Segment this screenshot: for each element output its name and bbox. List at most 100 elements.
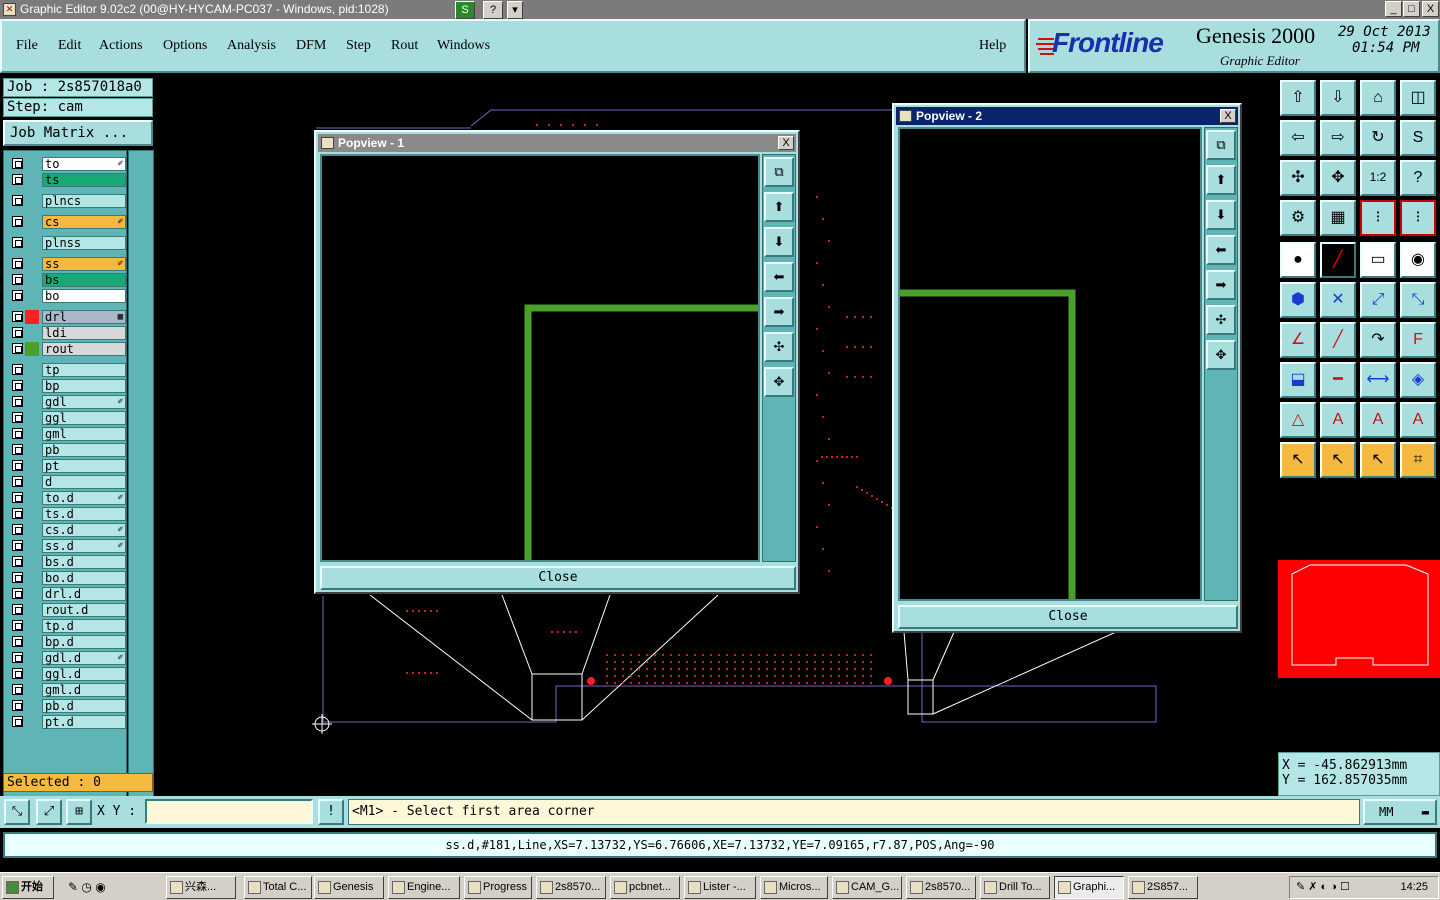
- zoom-home-icon[interactable]: ⧉: [764, 157, 794, 187]
- layer-row-tp[interactable]: tp: [8, 363, 126, 377]
- minimize-button[interactable]: _: [1385, 1, 1402, 17]
- snap-angle-icon[interactable]: ⤢: [36, 799, 62, 825]
- text-icon[interactable]: F: [1400, 322, 1436, 358]
- layer-name[interactable]: ss.d ✐: [42, 539, 126, 553]
- layer-row-cs-d[interactable]: cs.d ✐: [8, 523, 126, 537]
- layer-checkbox[interactable]: [12, 476, 23, 487]
- layer-row-ggl[interactable]: ggl: [8, 411, 126, 425]
- snap-icon[interactable]: ⁝: [1360, 200, 1396, 236]
- layer-checkbox[interactable]: [12, 540, 23, 551]
- layer-row-bs-d[interactable]: bs.d: [8, 555, 126, 569]
- layer-name[interactable]: bs.d: [42, 555, 126, 569]
- pan-up-icon[interactable]: ⬆: [1206, 165, 1236, 195]
- layer-row-bp[interactable]: bp: [8, 379, 126, 393]
- popview-1-x-button[interactable]: X: [778, 136, 794, 150]
- layer-name[interactable]: plnss: [42, 236, 126, 250]
- grid-icon[interactable]: ▦: [1320, 200, 1356, 236]
- menu-options[interactable]: Options: [163, 38, 207, 54]
- add-line-icon[interactable]: ╱: [1320, 242, 1356, 278]
- help-icon[interactable]: ?: [483, 1, 503, 19]
- scale-1-2-icon[interactable]: 1:2: [1360, 160, 1396, 196]
- layer-checkbox[interactable]: [12, 652, 23, 663]
- pan-right-icon[interactable]: ➡: [764, 297, 794, 327]
- layer-name[interactable]: d: [42, 475, 126, 489]
- layer-name[interactable]: bp: [42, 379, 126, 393]
- board-minimap[interactable]: [1278, 560, 1440, 678]
- layer-checkbox[interactable]: [12, 311, 23, 322]
- popview-2-view[interactable]: [898, 127, 1202, 601]
- zoom-in-icon[interactable]: ✥: [1320, 160, 1356, 196]
- layer-row-plncs[interactable]: plncs: [8, 194, 126, 208]
- layer-checkbox[interactable]: [12, 556, 23, 567]
- alert-button[interactable]: !: [318, 799, 344, 825]
- layer-name[interactable]: bp.d: [42, 635, 126, 649]
- layer-checkbox[interactable]: [12, 492, 23, 503]
- zoom-in-icon[interactable]: ✥: [764, 367, 794, 397]
- snap-alt-icon[interactable]: ⁝: [1400, 200, 1436, 236]
- layer-row-d[interactable]: d: [8, 475, 126, 489]
- popview-1-close-button[interactable]: Close: [320, 566, 796, 590]
- layer-row-ss[interactable]: ss ✐: [8, 257, 126, 271]
- layer-row-pb[interactable]: pb: [8, 443, 126, 457]
- redraw-icon[interactable]: ↻: [1360, 120, 1396, 156]
- layer-name[interactable]: ldi: [42, 326, 126, 340]
- layer-name[interactable]: ggl: [42, 411, 126, 425]
- layer-row-plnss[interactable]: plnss: [8, 236, 126, 250]
- pan-up-icon[interactable]: ⬆: [764, 192, 794, 222]
- arc-icon[interactable]: ↷: [1360, 322, 1396, 358]
- move-icon[interactable]: ⬢: [1280, 282, 1316, 318]
- ruler-icon[interactable]: ▭: [1360, 242, 1396, 278]
- menu-dfm[interactable]: DFM: [296, 38, 326, 54]
- layer-row-gdl-d[interactable]: gdl.d ✐: [8, 651, 126, 665]
- popview-2-x-button[interactable]: X: [1220, 109, 1236, 123]
- node-edit-icon[interactable]: ⌗: [1400, 442, 1436, 478]
- taskbar-item[interactable]: Micros...: [760, 876, 828, 899]
- layer-checkbox[interactable]: [12, 396, 23, 407]
- taskbar-item[interactable]: 2s8570...: [536, 876, 606, 899]
- snap-mode-icon[interactable]: ⤡: [4, 799, 30, 825]
- zoom-out-icon[interactable]: ✣: [764, 332, 794, 362]
- layer-row-gml-d[interactable]: gml.d: [8, 683, 126, 697]
- layer-row-ss-d[interactable]: ss.d ✐: [8, 539, 126, 553]
- layer-checkbox[interactable]: [12, 412, 23, 423]
- zoom-in-icon[interactable]: ✥: [1206, 340, 1236, 370]
- layer-checkbox[interactable]: [12, 174, 23, 185]
- layer-row-rout-d[interactable]: rout.d: [8, 603, 126, 617]
- layer-row-ts-d[interactable]: ts.d: [8, 507, 126, 521]
- menu-file[interactable]: File: [16, 38, 38, 54]
- layer-checkbox[interactable]: [12, 343, 23, 354]
- layer-checkbox[interactable]: [12, 444, 23, 455]
- taskbar-item[interactable]: Total C...: [244, 876, 312, 899]
- circle-select-icon[interactable]: ◉: [1400, 242, 1436, 278]
- pointer-select-icon[interactable]: ↖: [1360, 442, 1396, 478]
- grid-snap-icon[interactable]: ⊞: [66, 799, 92, 825]
- taskbar-item[interactable]: 2S857...: [1128, 876, 1198, 899]
- layer-row-to-d[interactable]: to.d ✐: [8, 491, 126, 505]
- taskbar-item[interactable]: pcbnet...: [610, 876, 680, 899]
- stretch-icon[interactable]: ⤡: [1400, 282, 1436, 318]
- pan-left-icon[interactable]: ⬅: [764, 262, 794, 292]
- layer-row-pb-d[interactable]: pb.d: [8, 699, 126, 713]
- layer-checkbox[interactable]: [12, 604, 23, 615]
- measure-icon[interactable]: ⟷: [1360, 362, 1396, 398]
- layer-name[interactable]: drl.d: [42, 587, 126, 601]
- layer-checkbox[interactable]: [12, 700, 23, 711]
- job-matrix-button[interactable]: Job Matrix ...: [3, 120, 153, 146]
- pan-down-icon[interactable]: ⬇: [764, 227, 794, 257]
- layer-row-tp-d[interactable]: tp.d: [8, 619, 126, 633]
- zoom-home-icon[interactable]: ⧉: [1206, 130, 1236, 160]
- menu-edit[interactable]: Edit: [58, 38, 81, 54]
- taskbar-item[interactable]: CAM_G...: [832, 876, 902, 899]
- taskbar-item[interactable]: 兴森...: [166, 876, 236, 899]
- popview-2-close-button[interactable]: Close: [898, 605, 1238, 629]
- layer-checkbox[interactable]: [12, 274, 23, 285]
- layer-row-ts[interactable]: ts: [8, 173, 126, 187]
- popview-1-view[interactable]: [320, 154, 760, 562]
- slash-icon[interactable]: ╱: [1320, 322, 1356, 358]
- layer-name[interactable]: pt: [42, 459, 126, 473]
- layer-checkbox[interactable]: [12, 716, 23, 727]
- layer-checkbox[interactable]: [12, 636, 23, 647]
- layer-row-pt[interactable]: pt: [8, 459, 126, 473]
- taskbar-item[interactable]: Genesis: [314, 876, 384, 899]
- layer-checkbox[interactable]: [12, 327, 23, 338]
